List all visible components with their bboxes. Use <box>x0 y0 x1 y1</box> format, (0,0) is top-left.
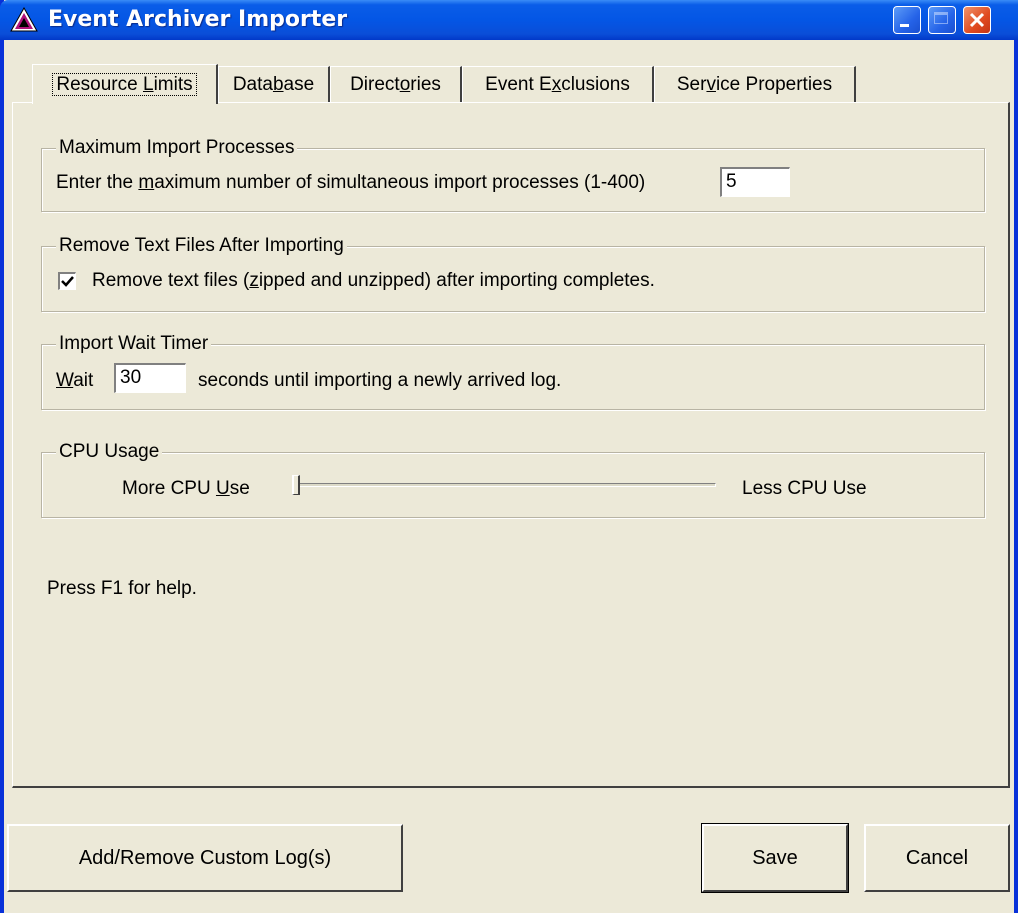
remove-text-group-label: Remove Text Files After Importing <box>56 234 347 258</box>
checkmark-icon <box>61 276 74 287</box>
window-title: Event Archiver Importer <box>48 7 348 32</box>
help-text: Press F1 for help. <box>47 578 197 599</box>
max-import-processes-input[interactable]: 5 <box>720 167 790 197</box>
max-import-prompt: Enter the maximum number of simultaneous… <box>56 172 646 193</box>
max-import-group-label: Maximum Import Processes <box>56 136 298 160</box>
cpu-usage-group: CPU Usage More CPU Use Less CPU Use <box>41 440 985 518</box>
cpu-slider-track[interactable] <box>294 483 716 487</box>
title-bar[interactable]: Event Archiver Importer <box>0 0 1018 40</box>
less-cpu-label: Less CPU Use <box>742 478 867 499</box>
max-import-group: Maximum Import Processes Enter the maxim… <box>41 136 985 212</box>
tab-database[interactable]: Database <box>218 66 330 102</box>
close-button[interactable] <box>963 6 991 34</box>
cpu-slider-thumb[interactable] <box>292 475 300 495</box>
wait-timer-group-label: Import Wait Timer <box>56 332 212 356</box>
save-button[interactable]: Save <box>701 823 849 893</box>
minimize-button[interactable] <box>893 6 921 34</box>
maximize-button <box>928 6 956 34</box>
tab-event-exclusions[interactable]: Event Exclusions <box>462 66 654 102</box>
wait-timer-group: Import Wait Timer Wait 30 seconds until … <box>41 332 985 410</box>
app-window: Event Archiver Importer Resource Limits … <box>0 0 1018 913</box>
wait-suffix-label: seconds until importing a newly arrived … <box>198 370 562 391</box>
wait-seconds-input[interactable]: 30 <box>114 363 186 393</box>
tab-service-properties[interactable]: Service Properties <box>654 66 856 102</box>
tab-resource-limits[interactable]: Resource Limits <box>32 64 218 104</box>
remove-text-checkbox-label[interactable]: Remove text files (zipped and unzipped) … <box>92 267 655 295</box>
tab-event-exclusions-label: Event Exclusions <box>485 74 630 95</box>
tab-directories[interactable]: Directories <box>330 66 462 102</box>
tab-directories-label: Directories <box>350 74 441 95</box>
wait-label: Wait <box>56 370 94 391</box>
add-remove-custom-logs-button[interactable]: Add/Remove Custom Log(s) <box>7 824 403 892</box>
cancel-button[interactable]: Cancel <box>864 824 1010 892</box>
cpu-usage-group-label: CPU Usage <box>56 440 163 464</box>
close-icon <box>969 12 985 28</box>
remove-text-group: Remove Text Files After Importing Remove… <box>41 234 985 312</box>
remove-text-checkbox[interactable] <box>58 272 76 290</box>
tab-resource-limits-label: Resource Limits <box>52 73 197 96</box>
tab-service-properties-label: Service Properties <box>676 74 833 95</box>
more-cpu-label: More CPU Use <box>122 478 250 499</box>
tab-database-label: Database <box>232 74 315 95</box>
app-logo-icon <box>10 6 38 32</box>
